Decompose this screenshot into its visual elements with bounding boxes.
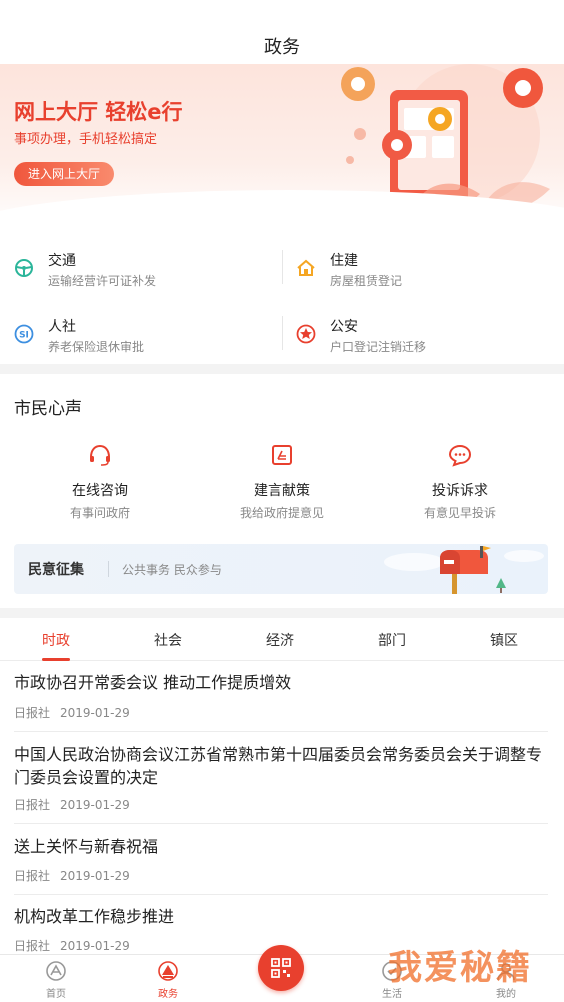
page-title: 政务 [264, 37, 300, 58]
headset-icon [90, 444, 110, 466]
section-divider [0, 364, 564, 374]
news-source: 日报社 [14, 869, 51, 883]
service-divider [282, 250, 283, 284]
news-meta: 日报社 2019-01-29 [14, 704, 130, 721]
service-name: 人社 [48, 319, 76, 335]
nav-label: 政务 [158, 989, 178, 1000]
news-meta: 日报社 2019-01-29 [14, 796, 130, 813]
mailbox-icon [384, 546, 544, 594]
tab-society[interactable]: 社会 [112, 630, 224, 650]
news-date: 2019-01-29 [60, 798, 130, 812]
svg-text:SI: SI [19, 331, 29, 341]
house-icon [297, 259, 315, 276]
nav-government[interactable]: 政务 [138, 959, 198, 1000]
section-divider [0, 608, 564, 618]
service-name: 交通 [48, 253, 76, 269]
collection-desc: 公共事务 民众参与 [122, 563, 222, 577]
active-tab-indicator [42, 658, 70, 661]
list-item[interactable]: 市政协召开常委会议 推动工作提质增效 日报社 2019-01-29 [14, 662, 548, 732]
steering-wheel-icon [15, 259, 33, 277]
service-desc: 户口登记注销迁移 [330, 340, 427, 354]
service-shortcuts: 交通 运输经营许可证补发 住建 房屋租赁登记 SI 人社 养老保险退休审批 公安… [0, 236, 564, 364]
tab-politics[interactable]: 时政 [0, 630, 112, 650]
service-desc: 养老保险退休审批 [48, 340, 145, 354]
complaint-item[interactable]: 投诉诉求 有意见早投诉 [366, 436, 554, 526]
collection-separator [108, 561, 109, 577]
news-title: 机构改革工作稳步推进 [14, 907, 175, 926]
nav-home[interactable]: 首页 [26, 959, 86, 1000]
tab-towns[interactable]: 镇区 [448, 630, 560, 650]
service-divider [282, 316, 283, 350]
tab-economy[interactable]: 经济 [224, 630, 336, 650]
service-name: 住建 [330, 253, 358, 269]
police-badge-icon [296, 324, 316, 344]
service-social-security[interactable]: SI 人社 养老保险退休审批 [0, 302, 270, 354]
citizen-voice-section: 市民心声 在线咨询 有事问政府 建言献策 我给政府提意见 投诉诉求 有意见早投诉… [0, 374, 564, 608]
news-meta: 日报社 2019-01-29 [14, 937, 130, 954]
collection-title: 民意征集 [28, 562, 84, 578]
item-name: 建言献策 [254, 483, 310, 499]
section-title: 市民心声 [14, 399, 82, 419]
qr-scan-button[interactable] [258, 945, 304, 991]
item-name: 投诉诉求 [432, 483, 488, 499]
banner-headline: 网上大厅 轻松e行 [14, 100, 183, 124]
service-police[interactable]: 公安 户口登记注销迁移 [282, 302, 552, 354]
banner-subtitle: 事项办理，手机轻松搞定 [14, 132, 158, 147]
item-name: 在线咨询 [72, 483, 128, 499]
chat-bubble-icon [448, 444, 472, 467]
government-icon [158, 961, 178, 981]
news-tabs: 时政 社会 经济 部门 镇区 [0, 618, 564, 661]
online-hall-banner[interactable]: 网上大厅 轻松e行 事项办理，手机轻松搞定 进入网上大厅 [0, 64, 564, 230]
suggestion-item[interactable]: 建言献策 我给政府提意见 [188, 436, 376, 526]
service-desc: 运输经营许可证补发 [48, 274, 157, 288]
nav-label: 首页 [46, 989, 66, 1000]
home-icon [46, 961, 66, 981]
online-consult-item[interactable]: 在线咨询 有事问政府 [6, 436, 194, 526]
tab-departments[interactable]: 部门 [336, 630, 448, 650]
opinion-collection-banner[interactable]: 民意征集 公共事务 民众参与 [14, 544, 548, 594]
enter-online-hall-button[interactable]: 进入网上大厅 [14, 162, 115, 186]
news-title: 市政协召开常委会议 推动工作提质增效 [14, 673, 292, 692]
list-item[interactable]: 送上关怀与新春祝福 日报社 2019-01-29 [14, 824, 548, 895]
news-title: 中国人民政治协商会议江苏省常熟市第十四届委员会常务委员会关于调整专门委员会设置的… [14, 745, 543, 787]
service-housing[interactable]: 住建 房屋租赁登记 [282, 236, 552, 288]
social-security-icon: SI [14, 324, 34, 344]
news-date: 2019-01-29 [60, 939, 130, 953]
service-name: 公安 [330, 319, 358, 335]
news-meta: 日报社 2019-01-29 [14, 867, 130, 884]
news-source: 日报社 [14, 939, 51, 953]
service-desc: 房屋租赁登记 [330, 274, 403, 288]
news-date: 2019-01-29 [60, 706, 130, 720]
qr-scan-icon [271, 958, 291, 978]
list-item[interactable]: 中国人民政治协商会议江苏省常熟市第十四届委员会常务委员会关于调整专门委员会设置的… [14, 732, 548, 824]
news-title: 送上关怀与新春祝福 [14, 837, 159, 856]
watermark-text: 我爱秘籍 [388, 948, 532, 988]
service-transport[interactable]: 交通 运输经营许可证补发 [0, 236, 270, 288]
news-source: 日报社 [14, 798, 51, 812]
news-source: 日报社 [14, 706, 51, 720]
item-desc: 我给政府提意见 [239, 506, 324, 520]
news-date: 2019-01-29 [60, 869, 130, 883]
suggestion-icon [272, 445, 292, 465]
item-desc: 有意见早投诉 [423, 506, 496, 520]
item-desc: 有事问政府 [69, 506, 130, 520]
